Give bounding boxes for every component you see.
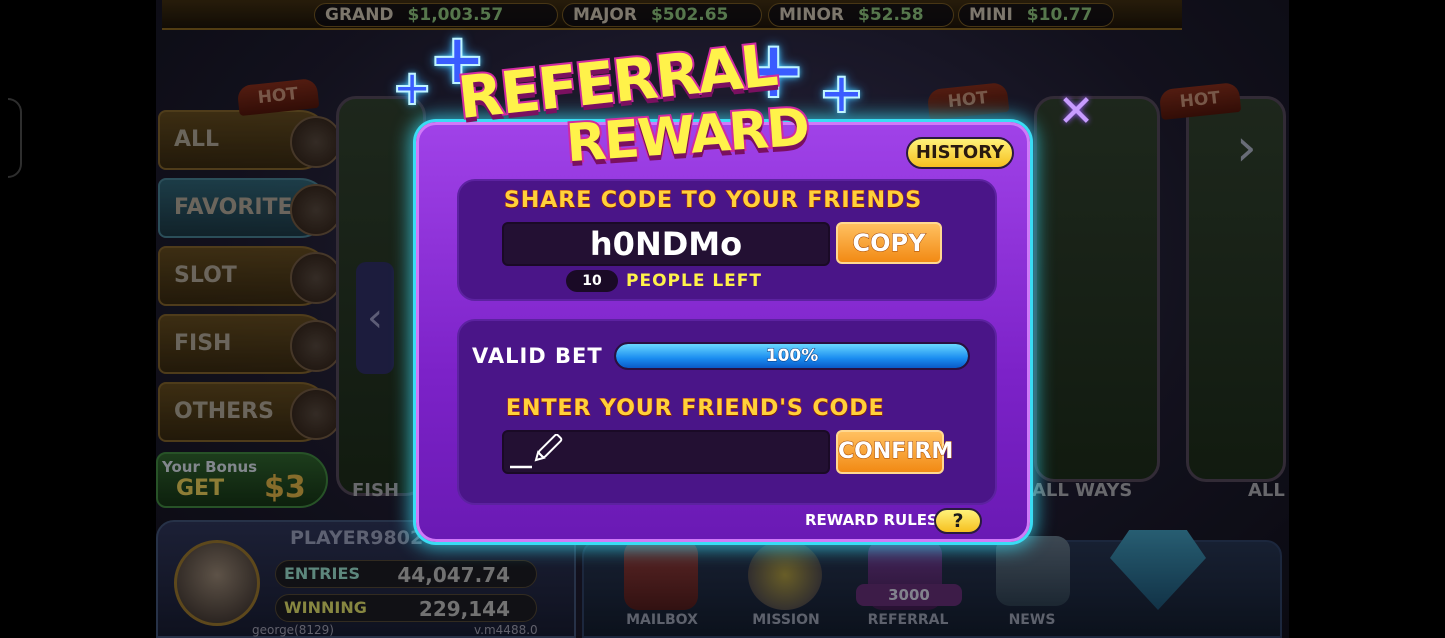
referral-code: h0NDMo [502, 222, 830, 266]
pen-icon [510, 434, 563, 469]
people-left-label: PEOPLE LEFT [626, 271, 763, 291]
plus-decoration-icon: + [391, 60, 433, 116]
people-left-count: 10 [566, 270, 618, 292]
valid-bet-progress-text: 100% [765, 346, 819, 367]
close-icon[interactable]: ✕ [1056, 90, 1096, 134]
reward-rules-label[interactable]: REWARD RULES [805, 511, 938, 529]
friend-code-field[interactable] [502, 430, 830, 474]
copy-button[interactable]: COPY [836, 222, 942, 264]
valid-bet-label: VALID BET [472, 344, 603, 368]
valid-bet-progress: 100% [614, 342, 970, 370]
friend-code-input[interactable] [564, 432, 824, 472]
history-button[interactable]: HISTORY [906, 137, 1014, 169]
enter-code-header: ENTER YOUR FRIEND'S CODE [506, 396, 885, 422]
confirm-button[interactable]: CONFIRM [836, 430, 954, 474]
help-button[interactable]: ? [934, 508, 982, 534]
share-header: SHARE CODE TO YOUR FRIENDS [503, 188, 923, 214]
plus-decoration-icon: + [817, 61, 866, 126]
referral-popup [416, 122, 1030, 542]
popup-title: REFERRAL REWARD [453, 29, 812, 176]
